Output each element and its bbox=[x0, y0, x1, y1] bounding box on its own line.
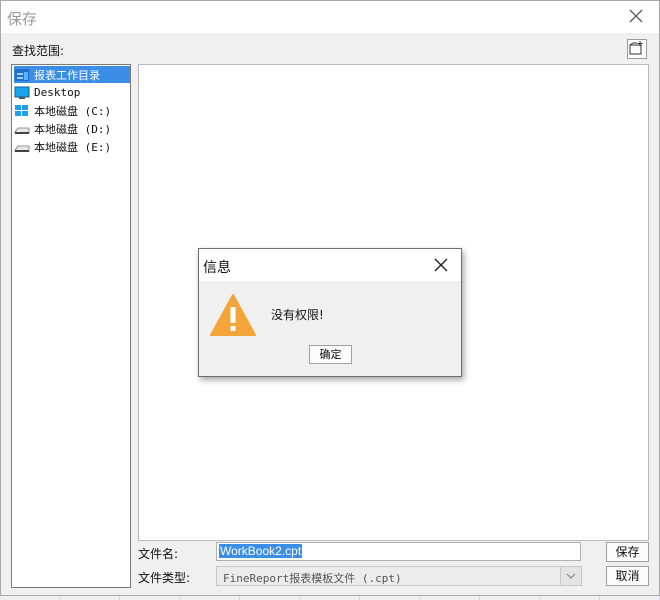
location-tree: 报表工作目录 Desktop 本地磁盘 (C:) 本地磁盘 (D:) 本地磁盘 … bbox=[11, 64, 131, 588]
modal-titlebar: 信息 bbox=[199, 249, 461, 281]
filename-label: 文件名: bbox=[138, 547, 179, 561]
tree-item-label: 本地磁盘 (E:) bbox=[34, 140, 112, 154]
new-folder-button[interactable] bbox=[627, 39, 647, 59]
save-button[interactable]: 保存 bbox=[606, 542, 649, 562]
chevron-down-icon[interactable] bbox=[560, 567, 581, 585]
dialog-titlebar: 保存 bbox=[1, 1, 659, 33]
drive-icon bbox=[14, 140, 30, 154]
filename-value: WorkBook2.cpt bbox=[219, 544, 303, 558]
info-modal: 信息 没有权限! 确定 bbox=[198, 248, 462, 377]
report-folder-icon bbox=[14, 68, 30, 82]
tree-item-drive-e[interactable]: 本地磁盘 (E:) bbox=[14, 138, 111, 155]
tree-item-report-dir[interactable]: 报表工作目录 bbox=[14, 66, 130, 83]
filename-input[interactable]: WorkBook2.cpt bbox=[216, 542, 581, 561]
new-folder-icon bbox=[629, 41, 643, 55]
drive-icon bbox=[14, 122, 30, 136]
filetype-value: FineReport报表模板文件 (.cpt) bbox=[223, 572, 402, 585]
desktop-icon bbox=[14, 86, 30, 100]
close-icon[interactable] bbox=[627, 7, 645, 25]
tree-item-label: 本地磁盘 (C:) bbox=[34, 104, 112, 118]
tree-item-label: 本地磁盘 (D:) bbox=[34, 122, 112, 136]
modal-message: 没有权限! bbox=[271, 308, 324, 322]
windows-drive-icon bbox=[14, 104, 30, 118]
ok-button[interactable]: 确定 bbox=[309, 345, 352, 364]
look-in-label: 查找范围: bbox=[12, 44, 65, 58]
filetype-label: 文件类型: bbox=[138, 571, 191, 585]
tree-item-drive-c[interactable]: 本地磁盘 (C:) bbox=[14, 102, 111, 119]
modal-title: 信息 bbox=[203, 260, 231, 276]
dialog-title: 保存 bbox=[7, 10, 38, 28]
close-icon[interactable] bbox=[433, 257, 449, 273]
tree-item-desktop[interactable]: Desktop bbox=[14, 84, 80, 101]
tree-item-label: Desktop bbox=[34, 86, 81, 99]
filetype-select[interactable]: FineReport报表模板文件 (.cpt) bbox=[216, 566, 582, 586]
tree-item-drive-d[interactable]: 本地磁盘 (D:) bbox=[14, 120, 111, 137]
warning-icon bbox=[210, 294, 256, 336]
cancel-button[interactable]: 取消 bbox=[606, 566, 649, 586]
tree-item-label: 报表工作目录 bbox=[34, 68, 100, 82]
